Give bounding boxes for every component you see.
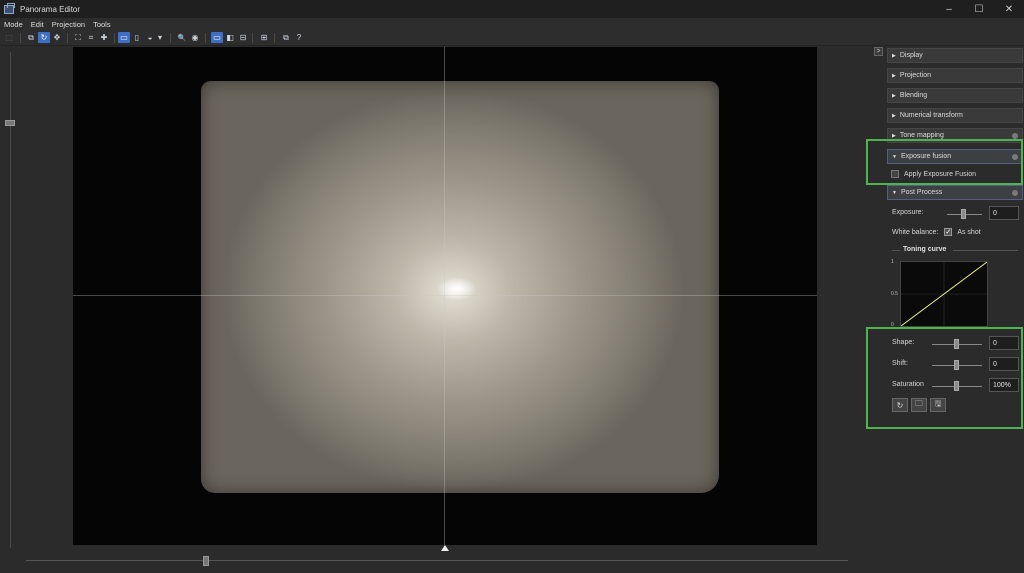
center-icon[interactable]: ✚ [98, 32, 110, 43]
exposure-slider-handle[interactable] [961, 209, 966, 219]
section-post-process[interactable]: ▼ Post Process [887, 185, 1023, 200]
minimize-button[interactable]: – [934, 0, 964, 18]
section-post-process-label: Post Process [900, 189, 943, 196]
window-controls: – ☐ ✕ [934, 0, 1024, 18]
compare-icon[interactable]: ◧ [224, 32, 236, 43]
frame-icon[interactable]: ▭ [211, 32, 223, 43]
section-numerical-transform[interactable]: ▶ Numerical transform [887, 108, 1023, 123]
pan-icon[interactable]: ⧉ [25, 32, 37, 43]
toolbar-separator [114, 33, 115, 43]
rotate-icon[interactable]: ↻ [38, 32, 50, 43]
planar-icon[interactable]: ▭ [118, 32, 130, 43]
menu-projection[interactable]: Projection [48, 20, 89, 29]
title-bar: Panorama Editor – ☐ ✕ [0, 0, 1024, 18]
section-status-dot-icon[interactable] [1012, 190, 1018, 196]
yaw-slider-track[interactable] [26, 560, 848, 561]
preview-viewport[interactable] [73, 47, 817, 545]
toolbar: ⬚ ⧉ ↻ ✥ ⛶ ⌗ ✚ ▭ ▯ ◒ ▾ 🔍 ◉ ▭ ◧ ⊟ ⊞ ⧉ ? [0, 30, 1024, 46]
collapsed-arrow-icon: ▶ [892, 92, 896, 99]
exposure-value-field[interactable]: 0 [989, 206, 1019, 220]
toolbar-separator [67, 33, 68, 43]
toning-curve-graph[interactable] [900, 261, 988, 327]
menu-mode[interactable]: Mode [0, 20, 27, 29]
maximize-button[interactable]: ☐ [964, 0, 994, 18]
fov-slider-rail [0, 46, 22, 556]
fit-icon[interactable]: ⛶ [72, 32, 84, 43]
toolbar-separator [170, 33, 171, 43]
eye-icon[interactable]: ◉ [189, 32, 201, 43]
toolbar-separator [274, 33, 275, 43]
spherical-icon[interactable]: ◒ [144, 32, 156, 43]
close-button[interactable]: ✕ [994, 0, 1024, 18]
select-icon[interactable]: ⬚ [3, 32, 15, 43]
white-balance-checkbox[interactable]: ✓ [944, 228, 953, 236]
menu-bar: Mode Edit Projection Tools [0, 18, 1024, 30]
horizontal-guide-line[interactable] [73, 295, 817, 296]
white-balance-row: White balance: ✓ As shot [892, 228, 981, 236]
white-balance-option: As shot [957, 228, 981, 236]
window-title: Panorama Editor [20, 4, 81, 14]
app-icon [4, 2, 15, 14]
section-numerical-transform-label: Numerical transform [899, 112, 963, 119]
copy-icon[interactable]: ⧉ [280, 32, 292, 43]
panel-collapse-button[interactable]: > [874, 47, 883, 56]
collapsed-arrow-icon: ▶ [892, 52, 896, 59]
highlight-curve-controls [866, 327, 1023, 429]
move-icon[interactable]: ✥ [51, 32, 63, 43]
light-flare [437, 277, 477, 301]
section-tone-mapping-label: Tone mapping [899, 132, 944, 139]
toolbar-separator [205, 33, 206, 43]
menu-edit[interactable]: Edit [27, 20, 48, 29]
vertical-guide-line[interactable] [444, 47, 445, 545]
dropdown-icon[interactable]: ▾ [156, 32, 164, 43]
center-marker-icon[interactable] [441, 545, 449, 551]
yaw-slider-handle[interactable] [203, 556, 209, 566]
collapsed-arrow-icon: ▶ [892, 72, 896, 79]
layers-icon[interactable]: ⊞ [258, 32, 270, 43]
curve-tick-label: 0.5 [891, 291, 898, 297]
section-blending-label: Blending [899, 92, 928, 99]
divider [953, 250, 1018, 251]
collapsed-arrow-icon: ▶ [892, 132, 896, 139]
divider [892, 250, 900, 251]
collapsed-arrow-icon: ▶ [892, 112, 896, 119]
white-balance-label: White balance: [892, 228, 939, 236]
section-display-label: Display [899, 52, 923, 59]
cylindrical-icon[interactable]: ▯ [131, 32, 143, 43]
highlight-exposure-fusion [866, 139, 1023, 185]
exposure-label: Exposure: [892, 209, 924, 216]
crop-icon[interactable]: ⌗ [85, 32, 97, 43]
expanded-arrow-icon: ▼ [892, 189, 897, 196]
toolbar-separator [252, 33, 253, 43]
fov-slider-handle[interactable] [5, 120, 15, 126]
toning-curve-title: Toning curve [903, 246, 947, 253]
curve-tick-label: 1 [891, 259, 894, 265]
section-projection-label: Projection [899, 72, 931, 79]
toolbar-separator [20, 33, 21, 43]
book-icon[interactable]: ⊟ [237, 32, 249, 43]
help-icon[interactable]: ? [293, 32, 305, 43]
section-projection[interactable]: ▶ Projection [887, 68, 1023, 83]
fov-slider-track[interactable] [10, 52, 11, 548]
section-display[interactable]: ▶ Display [887, 48, 1023, 63]
section-blending[interactable]: ▶ Blending [887, 88, 1023, 103]
zoom-icon[interactable]: 🔍 [176, 32, 188, 43]
menu-tools[interactable]: Tools [89, 20, 115, 29]
toning-curve-svg [900, 261, 988, 327]
